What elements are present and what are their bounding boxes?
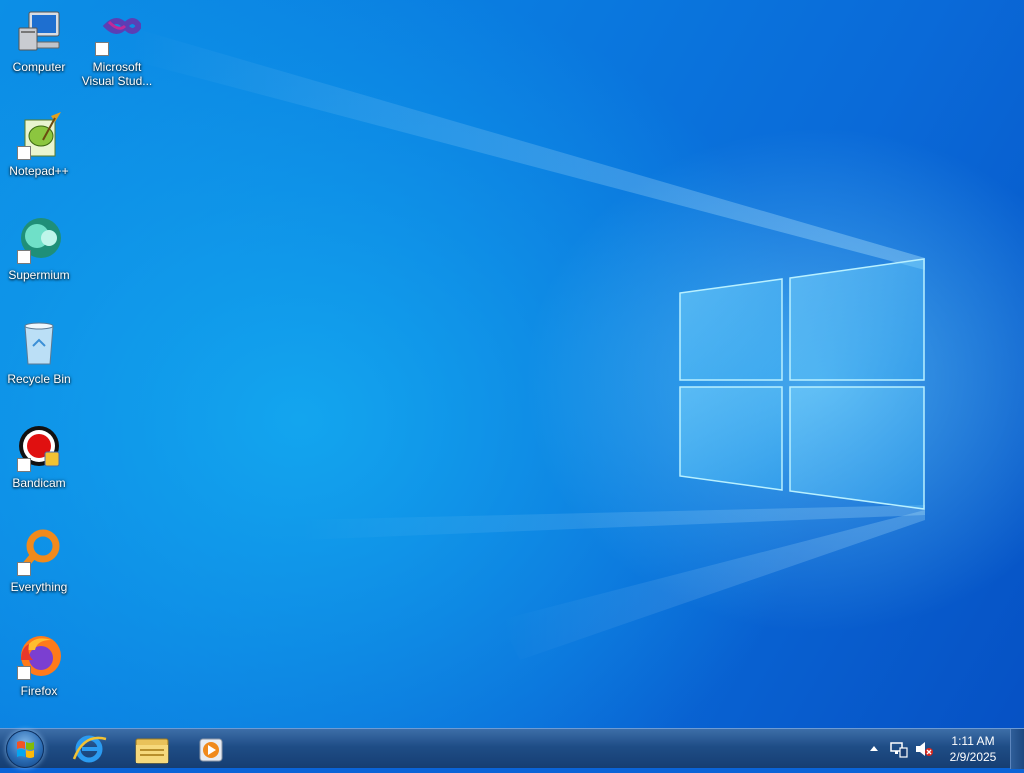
desktop-icon-bandicam[interactable]: Bandicam <box>0 424 78 490</box>
shortcut-arrow-icon <box>17 146 31 160</box>
desktop-icon-computer[interactable]: Computer <box>0 8 78 74</box>
desktop[interactable]: Computer Microsoft Visual Stud... Notepa… <box>0 0 1024 728</box>
desktop-icon-label: Firefox <box>20 684 58 698</box>
taskbar-internet-explorer-button[interactable] <box>64 731 114 767</box>
shortcut-arrow-icon <box>17 250 31 264</box>
system-clock[interactable]: 1:11 AM 2/9/2025 <box>936 733 1010 765</box>
desktop-icon-label: Computer <box>12 60 66 74</box>
taskbar-media-player-button[interactable] <box>186 731 236 767</box>
shortcut-arrow-icon <box>17 666 31 680</box>
media-player-icon <box>199 738 223 762</box>
show-desktop-button[interactable] <box>1010 729 1024 769</box>
shortcut-arrow-icon <box>17 562 31 576</box>
shortcut-arrow-icon <box>17 458 31 472</box>
desktop-icon-label: Everything <box>10 580 68 594</box>
desktop-icon-visual-studio[interactable]: Microsoft Visual Stud... <box>78 8 156 88</box>
shortcut-arrow-icon <box>95 42 109 56</box>
show-hidden-icons-chevron[interactable] <box>868 743 880 755</box>
start-button[interactable] <box>6 730 44 768</box>
desktop-icon-recycle-bin[interactable]: Recycle Bin <box>0 320 78 386</box>
taskbar: 1:11 AM 2/9/2025 <box>0 728 1024 769</box>
desktop-icon-label: Recycle Bin <box>7 372 71 386</box>
recycle-bin-icon <box>24 322 54 365</box>
desktop-icon-label: Bandicam <box>12 476 66 490</box>
clock-time: 1:11 AM <box>951 734 995 748</box>
desktop-icon-label: Microsoft Visual Stud... <box>81 60 153 88</box>
computer-icon <box>18 11 60 51</box>
desktop-icon-label: Supermium <box>8 268 70 282</box>
network-icon[interactable] <box>890 740 908 758</box>
taskbar-file-explorer-button[interactable] <box>126 731 176 767</box>
file-explorer-icon <box>135 738 169 764</box>
desktop-icon-supermium[interactable]: Supermium <box>0 216 78 282</box>
desktop-icon-everything[interactable]: Everything <box>0 528 78 594</box>
clock-date: 2/9/2025 <box>949 750 997 764</box>
desktop-icon-notepad-plus-plus[interactable]: Notepad++ <box>0 112 78 178</box>
windows-logo-wallpaper <box>679 258 925 510</box>
windows-flag-icon <box>17 741 34 758</box>
volume-muted-icon[interactable] <box>914 740 934 758</box>
desktop-icon-firefox[interactable]: Firefox <box>0 632 78 698</box>
internet-explorer-icon <box>72 735 107 763</box>
desktop-icon-label: Notepad++ <box>9 164 69 178</box>
